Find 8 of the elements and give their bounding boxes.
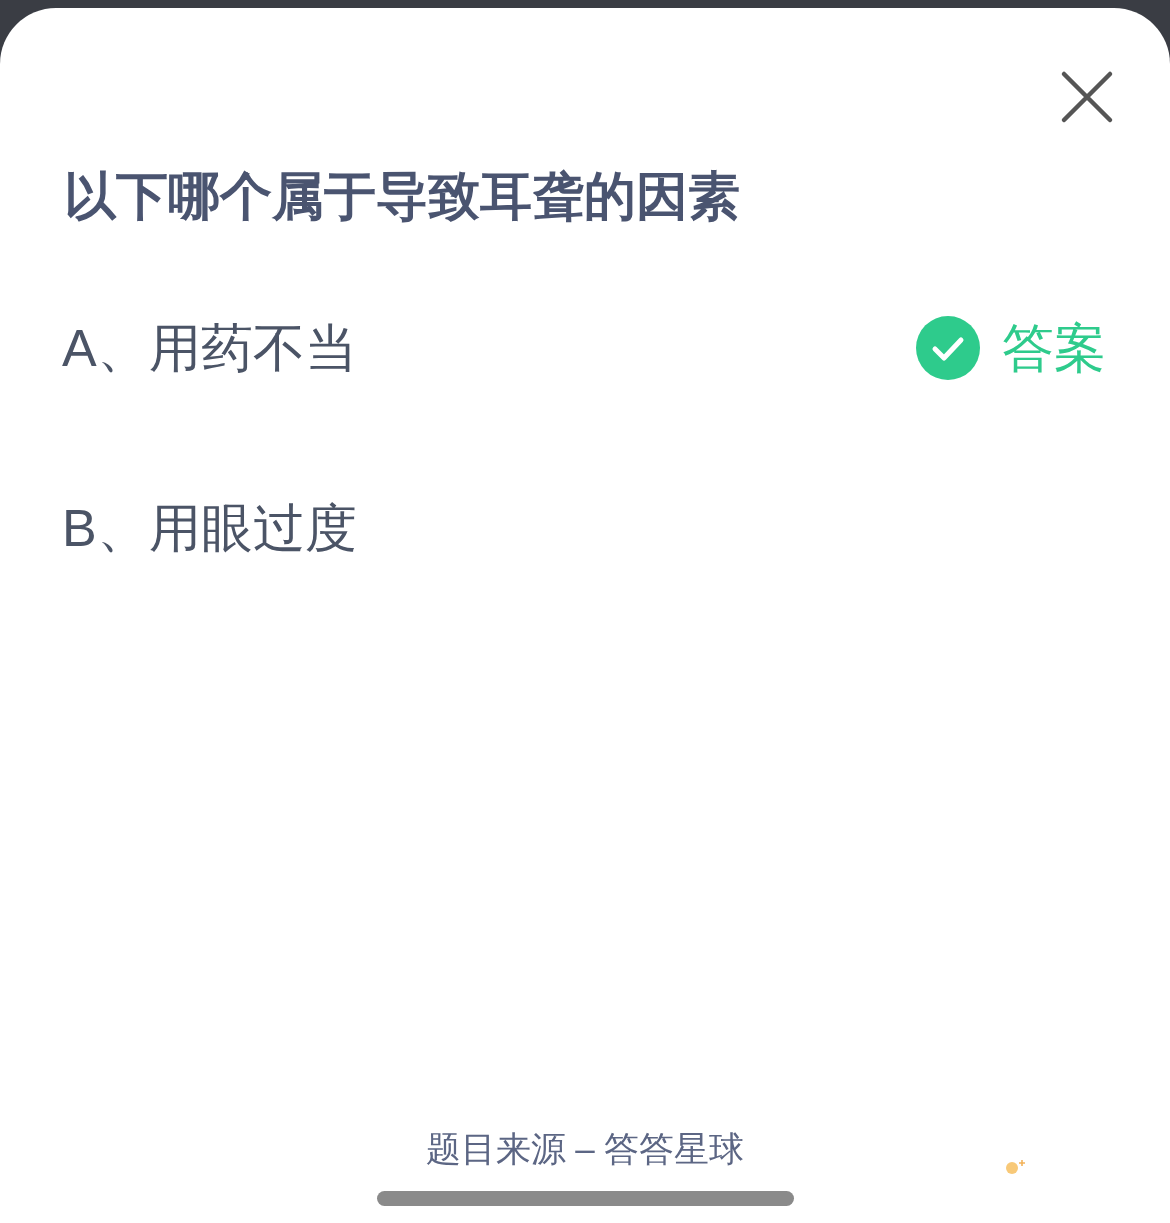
answer-option[interactable]: A、用药不当 [62, 316, 357, 380]
answer-option[interactable]: B、用眼过度 [62, 496, 357, 560]
answer-label: 答案 [1002, 318, 1106, 379]
check-circle-icon [916, 316, 980, 380]
close-icon[interactable] [1060, 70, 1114, 124]
source-text: 题目来源 – 答答星球 [425, 1128, 745, 1170]
sparkle-dot-icon [1004, 1159, 1026, 1175]
question-title: 以下哪个属于导致耳聋的因素 [64, 166, 740, 227]
